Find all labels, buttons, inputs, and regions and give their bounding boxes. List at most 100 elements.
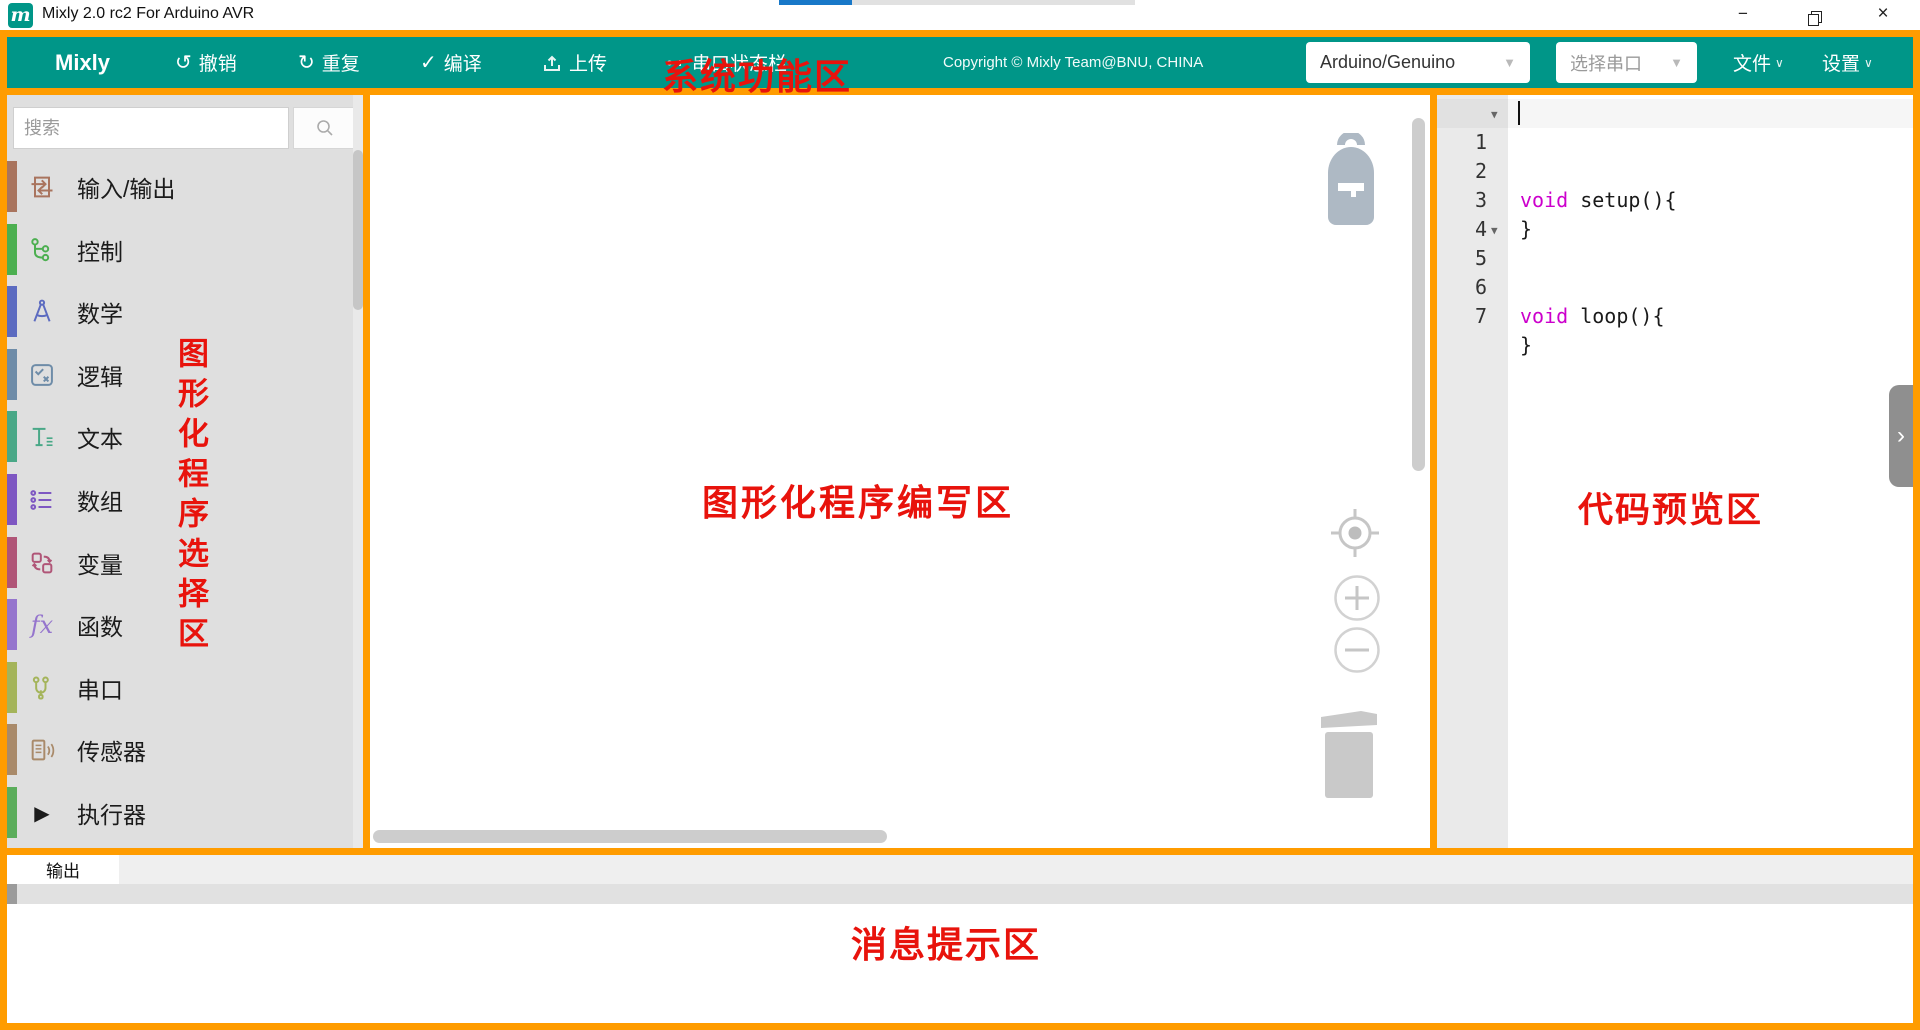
compile-label: 编译: [444, 49, 482, 76]
sensor-icon: [27, 735, 57, 765]
zoom-out-button[interactable]: [1333, 626, 1381, 674]
restore-button[interactable]: [1796, 0, 1830, 28]
code-line: 7 }: [1437, 273, 1913, 302]
category-color-strip: [7, 161, 17, 212]
backpack-icon[interactable]: [1318, 133, 1384, 229]
progress-bar-fill: [779, 0, 852, 5]
frame-sidebar-divider: [363, 95, 370, 855]
frame-below-toolbar: [0, 88, 1920, 95]
trash-icon[interactable]: [1315, 703, 1383, 801]
redo-label: 重复: [322, 49, 360, 76]
category-color-strip: [7, 724, 17, 775]
sidebar-item-label: 逻辑: [77, 358, 123, 392]
upload-label: 上传: [569, 49, 607, 76]
mixly-window: m Mixly 2.0 rc2 For Arduino AVR − × Mixl…: [0, 0, 1920, 1030]
sidebar-item-math[interactable]: 数学: [7, 286, 353, 337]
progress-bar-track: [852, 0, 1135, 5]
annotation-system-function-area: 系统功能区: [662, 48, 852, 100]
sidebar-item-label: 函数: [77, 608, 123, 642]
compile-button[interactable]: ✓ 编译: [420, 37, 482, 88]
output-tab-bar: [7, 855, 1913, 884]
sidebar-item-label: 传感器: [77, 733, 146, 767]
output-tab-label: 输出: [46, 857, 80, 882]
category-color-strip: [7, 474, 17, 525]
array-icon: [27, 485, 57, 515]
sidebar-item-io[interactable]: 输入/输出: [7, 161, 353, 212]
output-message-strip: [7, 884, 1913, 904]
chevron-right-icon: ›: [1897, 422, 1905, 450]
upload-icon: [542, 53, 562, 73]
window-title: Mixly 2.0 rc2 For Arduino AVR: [42, 5, 254, 23]
undo-icon: ↺: [175, 53, 192, 73]
line-number: 7: [1437, 302, 1487, 331]
zoom-in-button[interactable]: [1333, 574, 1381, 622]
copyright-text: Copyright © Mixly Team@BNU, CHINA: [943, 37, 1203, 88]
annotation-graphic-program-area: 图形化程序编写区: [702, 474, 1014, 526]
category-color-strip: [7, 662, 17, 713]
sidebar-item-actuator[interactable]: ▶ 执行器: [7, 787, 353, 838]
chevron-down-icon: ∨: [1864, 56, 1873, 70]
redo-button[interactable]: ↻ 重复: [298, 37, 360, 88]
sidebar-item-sensor[interactable]: 传感器: [7, 724, 353, 775]
redo-icon: ↻: [298, 53, 315, 73]
center-view-icon[interactable]: [1329, 507, 1381, 559]
caret-down-icon: ▼: [1670, 55, 1683, 70]
category-color-strip: [7, 411, 17, 462]
mixly-menu[interactable]: Mixly: [55, 37, 110, 88]
sidebar-item-label: 变量: [77, 546, 123, 580]
annotation-code-preview-area: 代码预览区: [1578, 482, 1763, 533]
title-bar: m Mixly 2.0 rc2 For Arduino AVR − ×: [0, 0, 1920, 30]
category-color-strip: [7, 537, 17, 588]
search-input[interactable]: [13, 107, 289, 149]
panel-collapse-handle[interactable]: ›: [1889, 385, 1913, 487]
sidebar-item-label: 输入/输出: [77, 170, 175, 204]
sidebar-item-label: 控制: [77, 233, 123, 267]
close-button[interactable]: ×: [1866, 0, 1900, 28]
frame-left: [0, 30, 7, 1030]
frame-code-divider: [1430, 95, 1437, 855]
fold-arrow-icon[interactable]: ▼: [1491, 100, 1498, 129]
undo-button[interactable]: ↺ 撤销: [175, 37, 237, 88]
workspace-vertical-scrollbar[interactable]: [1412, 118, 1425, 471]
workspace-horizontal-scrollbar[interactable]: [373, 830, 887, 843]
category-color-strip: [7, 286, 17, 337]
io-icon: [27, 172, 57, 202]
output-strip-marker: [7, 884, 17, 904]
mixly-logo-icon: m: [8, 3, 33, 28]
logic-icon: [27, 360, 57, 390]
sidebar-scrollbar-thumb[interactable]: [353, 150, 363, 310]
annotation-message-area: 消息提示区: [851, 916, 1041, 968]
upload-button[interactable]: 上传: [542, 37, 607, 88]
sidebar-item-control[interactable]: 控制: [7, 224, 353, 275]
port-select-dropdown[interactable]: 选择串口 ▼: [1556, 42, 1697, 83]
code-line: 6: [1437, 244, 1913, 273]
text-icon: [27, 422, 57, 452]
main-toolbar: Mixly ↺ 撤销 ↻ 重复 ✓ 编译 上传 串口状态栏 Copyright …: [7, 37, 1913, 88]
board-select-dropdown[interactable]: Arduino/Genuino ▼: [1306, 42, 1530, 83]
search-icon: [315, 118, 335, 138]
settings-menu[interactable]: 设置 ∨: [1822, 37, 1873, 88]
frame-top: [0, 30, 1920, 37]
file-menu[interactable]: 文件 ∨: [1733, 37, 1784, 88]
code-line: 2: [1437, 128, 1913, 157]
frame-above-output: [0, 848, 1920, 855]
blocks-workspace[interactable]: [370, 95, 1430, 848]
port-select-value: 选择串口: [1570, 50, 1642, 76]
search-button[interactable]: [293, 107, 357, 149]
category-color-strip: [7, 787, 17, 838]
fold-arrow-icon[interactable]: ▼: [1491, 216, 1498, 245]
frame-bottom: [0, 1023, 1920, 1030]
caret-down-icon: ▼: [1503, 55, 1516, 70]
serial-icon: [27, 673, 57, 703]
category-color-strip: [7, 224, 17, 275]
sidebar-item-label: 数组: [77, 483, 123, 517]
minimize-button[interactable]: −: [1726, 0, 1760, 28]
tab-output[interactable]: 输出: [7, 855, 119, 884]
control-icon: [27, 235, 57, 265]
file-menu-label: 文件: [1733, 49, 1771, 76]
sidebar-item-serial[interactable]: 串口: [7, 662, 353, 713]
code-line: 4: [1437, 186, 1913, 215]
code-preview-panel: 1 ▼ void setup(){ 2 3 } 4 5 ▼ void loop(…: [1437, 95, 1913, 848]
category-color-strip: [7, 599, 17, 650]
settings-menu-label: 设置: [1822, 49, 1860, 76]
